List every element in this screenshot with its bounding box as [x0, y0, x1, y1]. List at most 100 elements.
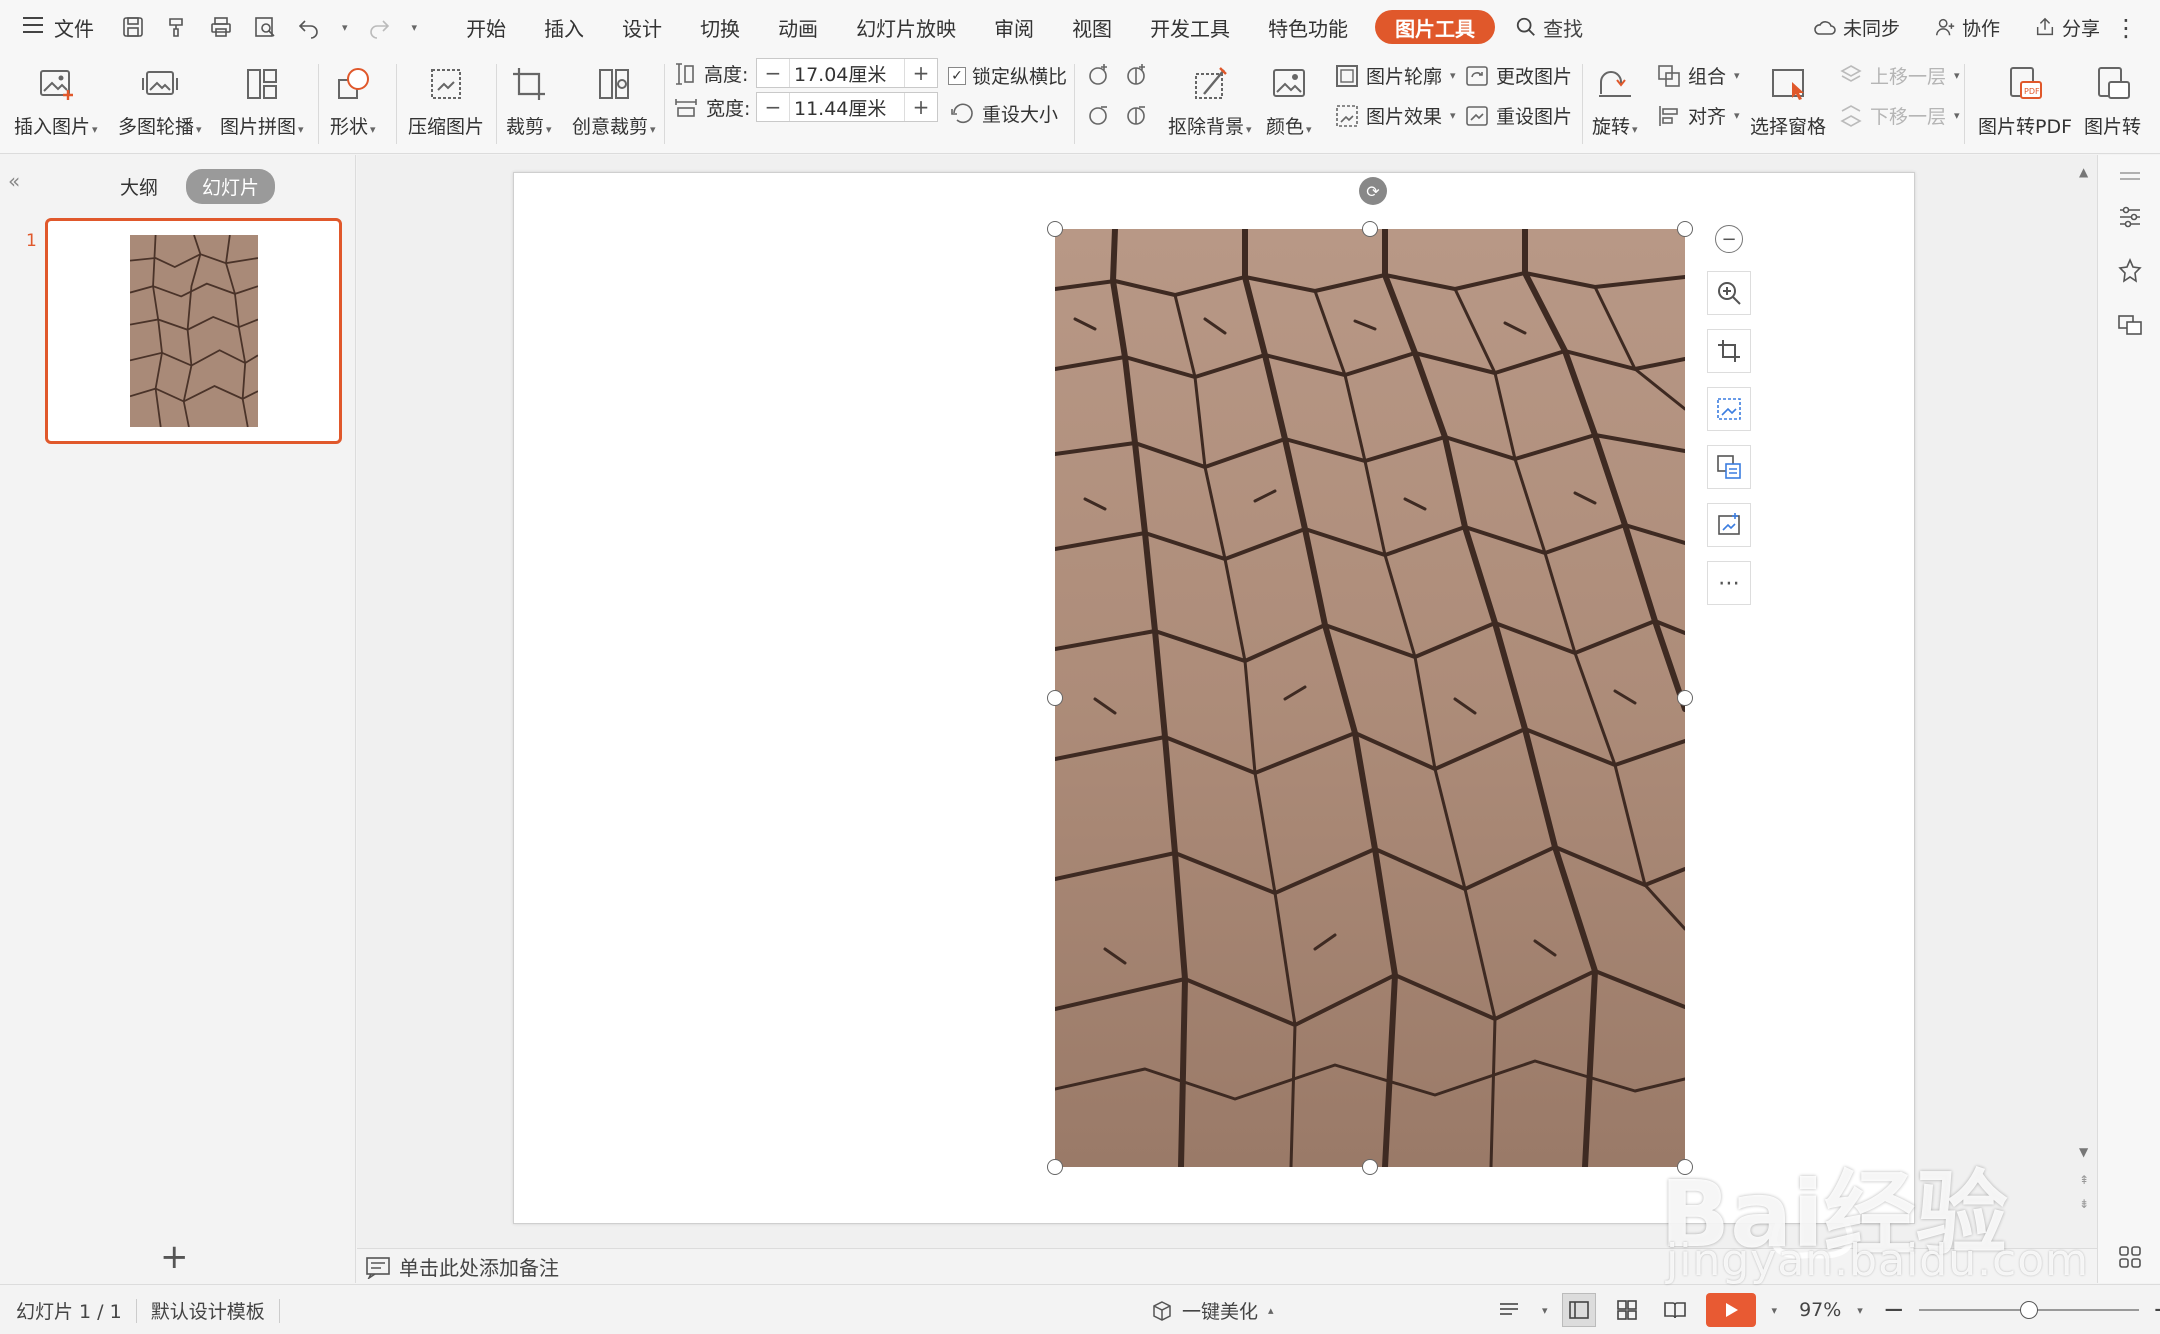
tab-outline[interactable]: 大纲 [108, 169, 170, 204]
tab-view[interactable]: 视图 [1053, 0, 1131, 54]
resize-handle-left[interactable] [1047, 690, 1063, 706]
zoom-level[interactable]: 97% [1799, 1299, 1841, 1321]
slide-thumbnail[interactable] [45, 218, 342, 444]
redo-icon[interactable] [366, 14, 392, 40]
reset-size-button[interactable]: 重设大小 [950, 100, 1058, 127]
height-increase-button[interactable]: + [905, 61, 937, 85]
picture-to-pdf-button[interactable]: PDF 图片转PDF [1978, 58, 2072, 148]
tab-picture-tools[interactable]: 图片工具 [1375, 10, 1496, 44]
reading-view-button[interactable] [1658, 1293, 1692, 1327]
format-painter-icon[interactable] [164, 14, 190, 40]
replace-picture-button[interactable] [1707, 503, 1751, 547]
undo-dropdown-icon[interactable]: ▾ [342, 21, 348, 34]
resize-handle-bottom[interactable] [1362, 1159, 1378, 1175]
sync-button[interactable]: 未同步 [1813, 14, 1900, 41]
brightness-increase-button[interactable] [1086, 62, 1112, 88]
zoom-slider[interactable] [1918, 1293, 2139, 1327]
compress-picture-button[interactable]: 压缩图片 [408, 58, 484, 148]
file-menu[interactable]: 文件 [22, 0, 94, 54]
tab-special-features[interactable]: 特色功能 [1249, 0, 1367, 54]
share-button[interactable]: 分享 [2034, 14, 2100, 41]
height-input[interactable]: 17.04厘米 [789, 59, 905, 87]
slide-canvas[interactable]: ⟳ − ⋯ [513, 172, 1915, 1224]
shape-button[interactable]: 形状 ▾ [330, 58, 376, 148]
animation-star-icon[interactable] [2116, 257, 2144, 285]
width-increase-button[interactable]: + [905, 95, 937, 119]
play-dropdown-icon[interactable]: ▾ [1772, 1304, 1778, 1317]
tab-design[interactable]: 设计 [603, 0, 681, 54]
color-button[interactable]: 颜色 ▾ [1266, 58, 1312, 148]
bring-forward-button[interactable]: 上移一层 ▾ [1838, 62, 1960, 89]
print-preview-icon[interactable] [252, 14, 278, 40]
align-button[interactable]: 对齐 ▾ [1656, 102, 1740, 129]
picture-to-text-button[interactable] [1707, 445, 1751, 489]
width-input[interactable]: 11.44厘米 [789, 93, 905, 121]
transition-icon[interactable] [2116, 311, 2144, 339]
tab-slideshow[interactable]: 幻灯片放映 [837, 0, 975, 54]
rotate-button[interactable]: 旋转 ▾ [1592, 58, 1638, 148]
play-slideshow-button[interactable] [1705, 1293, 1756, 1327]
remove-background-button[interactable]: 抠除背景 ▾ [1168, 58, 1252, 148]
resize-handle-bottom-left[interactable] [1047, 1159, 1063, 1175]
insert-picture-button[interactable]: 插入图片 ▾ [14, 58, 98, 148]
resize-handle-top-left[interactable] [1047, 221, 1063, 237]
normal-view-button[interactable] [1561, 1293, 1596, 1327]
print-icon[interactable] [208, 14, 234, 40]
zoom-picture-button[interactable] [1707, 271, 1751, 315]
tab-developer[interactable]: 开发工具 [1131, 0, 1249, 54]
change-picture-button[interactable]: 更改图片 [1464, 62, 1572, 89]
height-spinner[interactable]: − 17.04厘米 + [756, 58, 938, 88]
resize-handle-right[interactable] [1677, 690, 1693, 706]
tab-insert[interactable]: 插入 [525, 0, 603, 54]
width-decrease-button[interactable]: − [757, 95, 789, 119]
notes-toggle-button[interactable] [1492, 1293, 1526, 1327]
tab-slides[interactable]: 幻灯片 [186, 169, 276, 204]
collapse-toolbar-icon[interactable]: − [1715, 225, 1743, 253]
picture-convert-button[interactable]: 图片转 [2084, 58, 2141, 148]
crop-button[interactable]: 裁剪 ▾ [506, 58, 552, 148]
tab-transitions[interactable]: 切换 [681, 0, 759, 54]
contrast-increase-button[interactable] [1124, 62, 1150, 88]
crop-float-button[interactable] [1707, 329, 1751, 373]
send-backward-button[interactable]: 下移一层 ▾ [1838, 102, 1960, 129]
zoom-in-icon[interactable]: + [2153, 1295, 2160, 1325]
template-name[interactable]: 默认设计模板 [151, 1297, 265, 1324]
selected-picture[interactable]: ⟳ [1047, 177, 1693, 1175]
picture-outline-button[interactable]: 图片轮廓 ▾ [1334, 62, 1456, 89]
add-slide-button[interactable]: + [160, 1237, 189, 1277]
contrast-decrease-button[interactable] [1124, 102, 1150, 128]
collapse-panel-icon[interactable]: « [8, 169, 20, 193]
tab-animations[interactable]: 动画 [759, 0, 837, 54]
grid-view-icon[interactable] [2116, 1243, 2144, 1271]
collaborate-button[interactable]: 协作 [1934, 14, 2000, 41]
resize-handle-top-right[interactable] [1677, 221, 1693, 237]
height-decrease-button[interactable]: − [757, 61, 789, 85]
group-button[interactable]: 组合 ▾ [1656, 62, 1740, 89]
page-up-icon[interactable]: ⇞ [2079, 1173, 2089, 1187]
save-icon[interactable] [120, 14, 146, 40]
zoom-slider-knob[interactable] [2019, 1301, 2038, 1319]
selection-pane-button[interactable]: 选择窗格 [1750, 58, 1826, 148]
notes-dropdown-icon[interactable]: ▾ [1542, 1304, 1548, 1317]
zoom-dropdown-icon[interactable]: ▾ [1857, 1304, 1863, 1317]
brightness-decrease-button[interactable] [1086, 102, 1112, 128]
lock-aspect-ratio-checkbox[interactable]: ✓ 锁定纵横比 [948, 62, 1067, 89]
one-click-beautify-button[interactable]: 一键美化 ▴ [1150, 1297, 1274, 1324]
search-button[interactable]: 查找 [1515, 13, 1583, 42]
more-menu-icon[interactable]: ⋮ [2114, 14, 2138, 42]
undo-icon[interactable] [296, 14, 322, 40]
picture-frame-button[interactable] [1707, 387, 1751, 431]
tab-home[interactable]: 开始 [447, 0, 525, 54]
picture-collage-button[interactable]: 图片拼图 ▾ [220, 58, 304, 148]
rotate-handle-icon[interactable]: ⟳ [1359, 177, 1387, 205]
sorter-view-button[interactable] [1610, 1293, 1644, 1327]
scroll-up-icon[interactable]: ▲ [2079, 165, 2088, 179]
resize-handle-top[interactable] [1362, 221, 1378, 237]
properties-icon[interactable] [2116, 203, 2144, 231]
width-spinner[interactable]: − 11.44厘米 + [756, 92, 938, 122]
scroll-down-icon[interactable]: ▼ [2079, 1145, 2088, 1159]
vertical-scrollbar[interactable]: ▲ ▼ ⇞ ⇟ [2073, 155, 2097, 1248]
sidebar-collapse-icon[interactable] [2116, 165, 2144, 193]
reset-picture-button[interactable]: 重设图片 [1464, 102, 1572, 129]
tab-review[interactable]: 审阅 [975, 0, 1053, 54]
